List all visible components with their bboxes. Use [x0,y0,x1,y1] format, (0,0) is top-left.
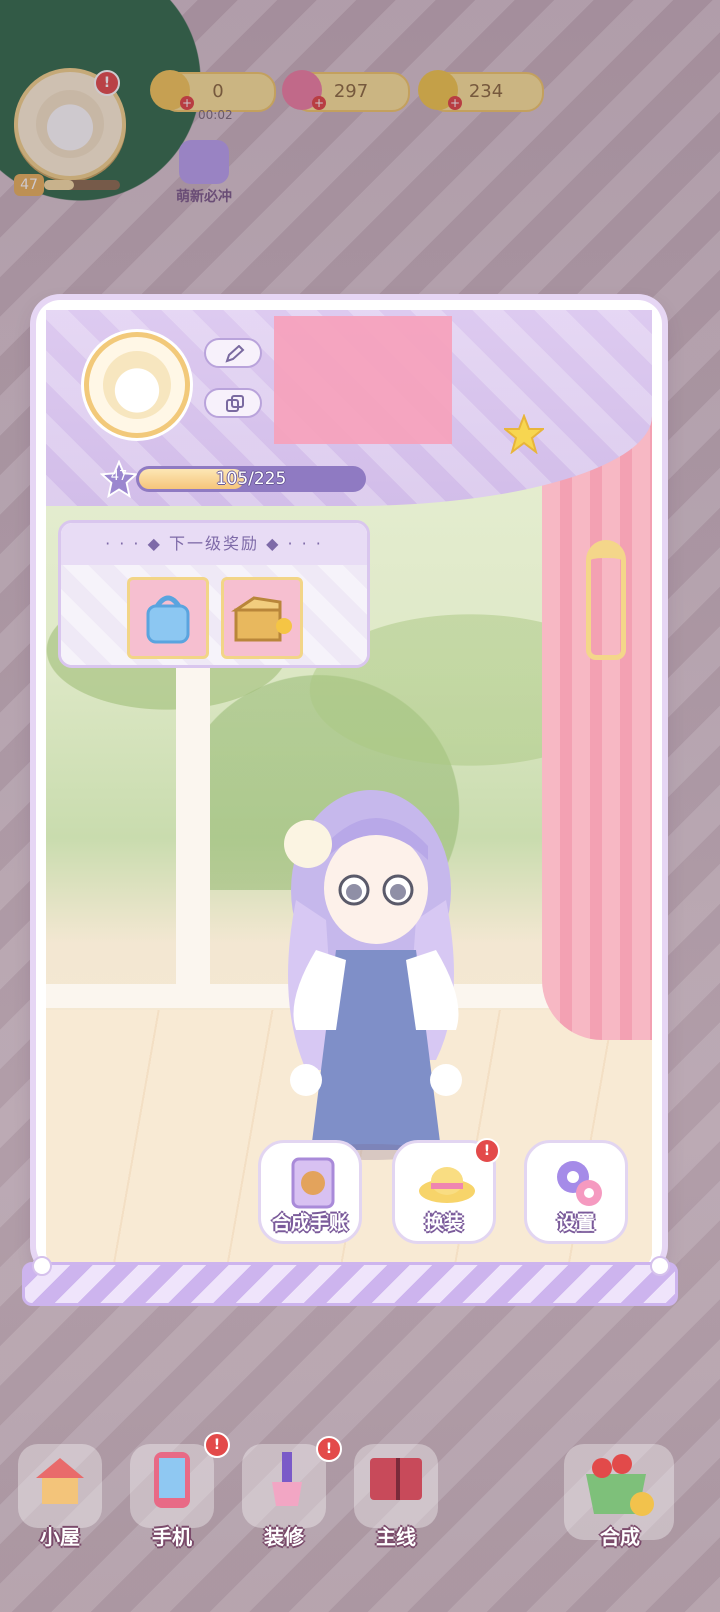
teacup-icon [586,1454,654,1516]
dressed-character[interactable] [266,780,476,1160]
nav-house[interactable]: 小屋 [12,1438,108,1549]
profile-panel: 47 105/225 · · · ◆ 下一级奖励 ◆ · · · 合成手账 换装… [36,300,662,1270]
reward-item-box[interactable] [221,577,303,659]
settings-label: 设置 [556,1212,595,1234]
level-number: 47 [110,469,128,484]
book-icon [370,1458,422,1500]
panel-corner-knob [32,1256,52,1276]
reward-title: · · · ◆ 下一级奖励 ◆ · · · [61,523,367,565]
phone-icon [154,1452,190,1508]
phone-alert-badge: ! [204,1432,230,1458]
merge-notebook-label: 合成手账 [271,1212,348,1234]
next-level-reward-card: · · · ◆ 下一级奖励 ◆ · · · [58,520,370,668]
level-badge: 47 [100,460,138,498]
pink-curtain [542,400,652,1040]
dress-up-label: 换装 [424,1212,463,1234]
cardboard-box-icon [231,596,292,642]
copy-id-button[interactable] [204,388,262,418]
nav-decorate-label: 装修 [264,1525,304,1549]
panel-base-stripe [22,1262,678,1306]
curtain-ribbon-icon [586,540,626,660]
blue-bag-icon [146,595,190,644]
nav-house-label: 小屋 [40,1525,80,1549]
house-icon [36,1458,84,1504]
profile-avatar[interactable] [84,332,190,438]
xp-text: 105/225 [215,469,287,489]
nav-phone[interactable]: 手机 [124,1438,220,1549]
nav-story[interactable]: 主线 [348,1438,444,1549]
copy-icon [226,395,244,412]
merge-notebook-button[interactable]: 合成手账 [258,1140,362,1244]
nav-phone-label: 手机 [152,1525,192,1549]
nav-story-label: 主线 [376,1525,416,1549]
pencil-icon [225,345,245,363]
panel-corner-knob [650,1256,670,1276]
settings-button[interactable]: 设置 [524,1140,628,1244]
xp-bar: 105/225 [136,466,366,492]
nav-merge[interactable]: 合成 [558,1438,682,1549]
reward-item-bag[interactable] [127,577,209,659]
gear-icon [557,1161,602,1206]
dress-up-alert-badge: ! [474,1138,500,1164]
profile-header: 47 105/225 [46,310,652,506]
brush-icon [272,1452,302,1506]
nav-merge-label: 合成 [600,1525,640,1549]
yellow-star-icon [504,414,544,454]
window-frame [176,660,210,1000]
redacted-name-area [274,316,452,444]
decorate-alert-badge: ! [316,1436,342,1462]
notebook-icon [291,1157,335,1209]
hat-icon [419,1167,475,1203]
edit-name-button[interactable] [204,338,262,368]
